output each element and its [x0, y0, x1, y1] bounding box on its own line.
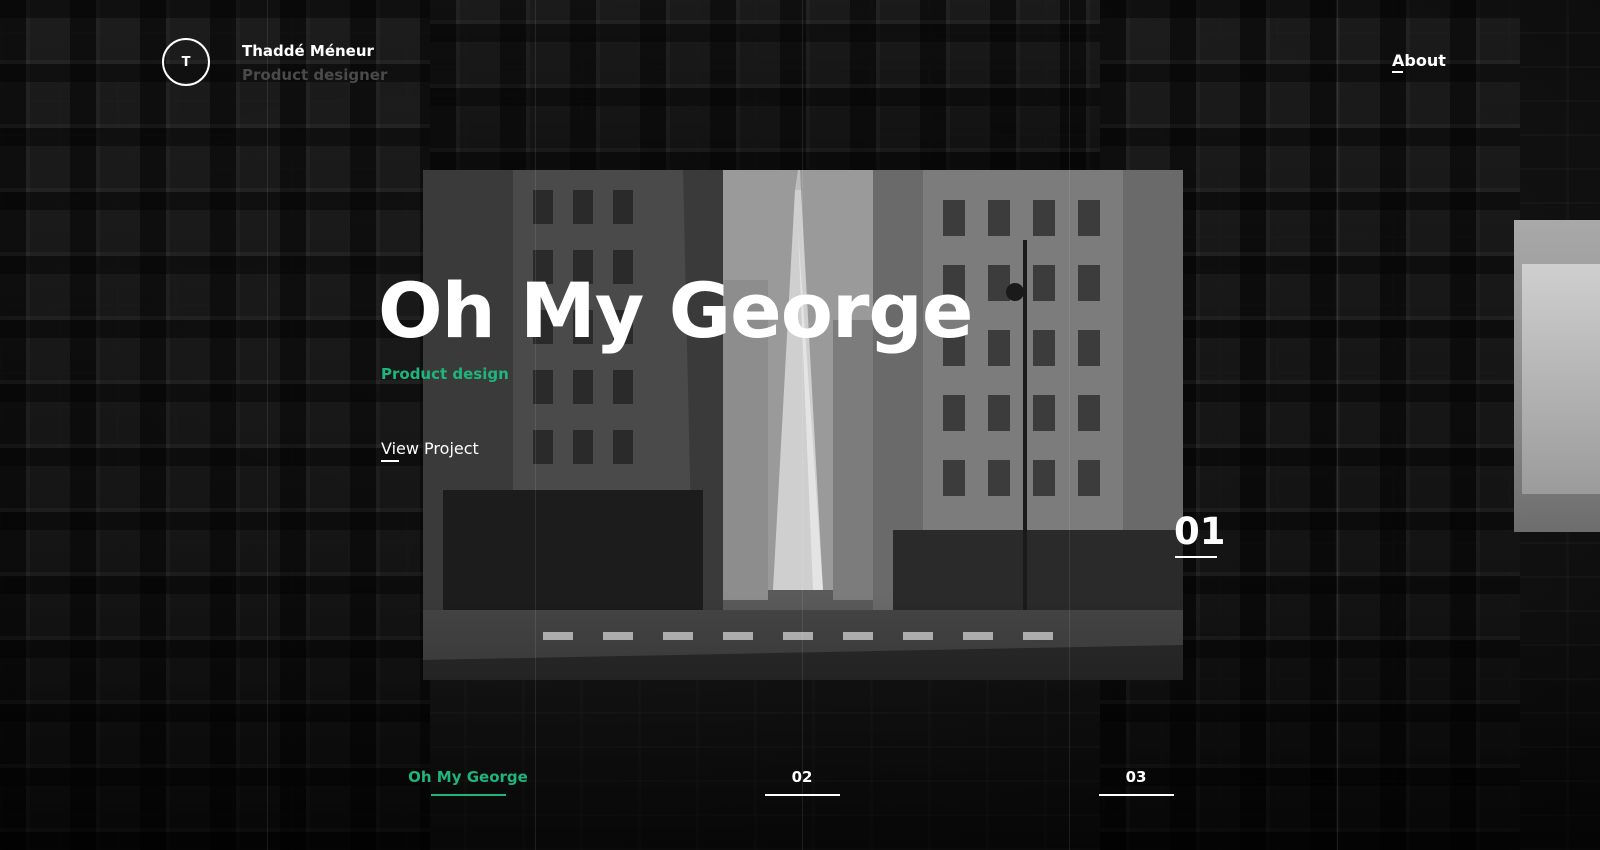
slider-stage: T Thaddé Méneur Product designer About O… — [0, 0, 1600, 850]
slider-nav-label: Oh My George — [408, 768, 528, 786]
project-category: Product design — [381, 365, 509, 383]
about-link[interactable]: About — [1392, 51, 1446, 70]
view-project-underline — [381, 460, 399, 462]
next-slide-preview-image — [1522, 264, 1600, 494]
next-slide-preview — [1514, 220, 1600, 532]
slider-nav-indicator — [430, 794, 506, 796]
grid-divider — [1069, 0, 1070, 850]
slide-number: 01 — [1174, 510, 1226, 553]
background-photo-left — [0, 0, 430, 850]
project-title: Oh My George — [378, 266, 973, 355]
slider-nav-item-1[interactable]: Oh My George — [398, 768, 538, 796]
grid-divider — [535, 0, 536, 850]
designer-role: Product designer — [242, 66, 388, 84]
slider-nav-indicator — [764, 794, 840, 796]
grid-divider — [802, 0, 803, 850]
slider-nav-label: 03 — [1125, 768, 1147, 786]
slide-number-underline — [1175, 556, 1217, 558]
grid-divider — [267, 0, 268, 850]
slider-nav-item-2[interactable]: 02 — [732, 768, 872, 796]
background-photo-top — [430, 0, 1100, 170]
designer-name: Thaddé Méneur — [242, 42, 374, 60]
view-project-link[interactable]: View Project — [381, 439, 479, 458]
logo-circle[interactable]: T — [162, 38, 210, 86]
slider-nav-indicator — [1098, 794, 1174, 796]
grid-divider — [1337, 0, 1338, 850]
logo-letter: T — [181, 54, 191, 70]
slider-nav-item-3[interactable]: 03 — [1066, 768, 1206, 796]
about-underline — [1392, 71, 1403, 73]
slider-nav-label: 02 — [791, 768, 813, 786]
